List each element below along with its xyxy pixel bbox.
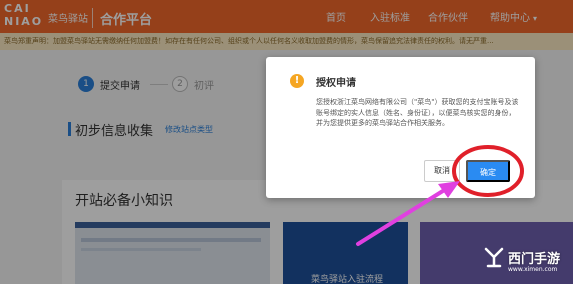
dialog-title: 授权申请 bbox=[316, 78, 356, 89]
ximen-logo-icon bbox=[484, 247, 504, 268]
confirm-button[interactable]: 确定 bbox=[466, 160, 510, 182]
authorization-dialog: ! 授权申请 您授权浙江菜鸟网络有限公司（"菜鸟"）获取您的支付宝账号及该账号绑… bbox=[266, 57, 535, 198]
cancel-button[interactable]: 取消 bbox=[424, 160, 460, 182]
watermark-url: www.ximen.com bbox=[508, 266, 558, 273]
watermark: 西门手游 www.ximen.com bbox=[484, 242, 572, 282]
dialog-message: 您授权浙江菜鸟网络有限公司（"菜鸟"）获取您的支付宝账号及该账号绑定的实人信息（… bbox=[316, 98, 519, 127]
warning-icon: ! bbox=[290, 74, 304, 88]
watermark-text: 西门手游 bbox=[508, 252, 561, 267]
